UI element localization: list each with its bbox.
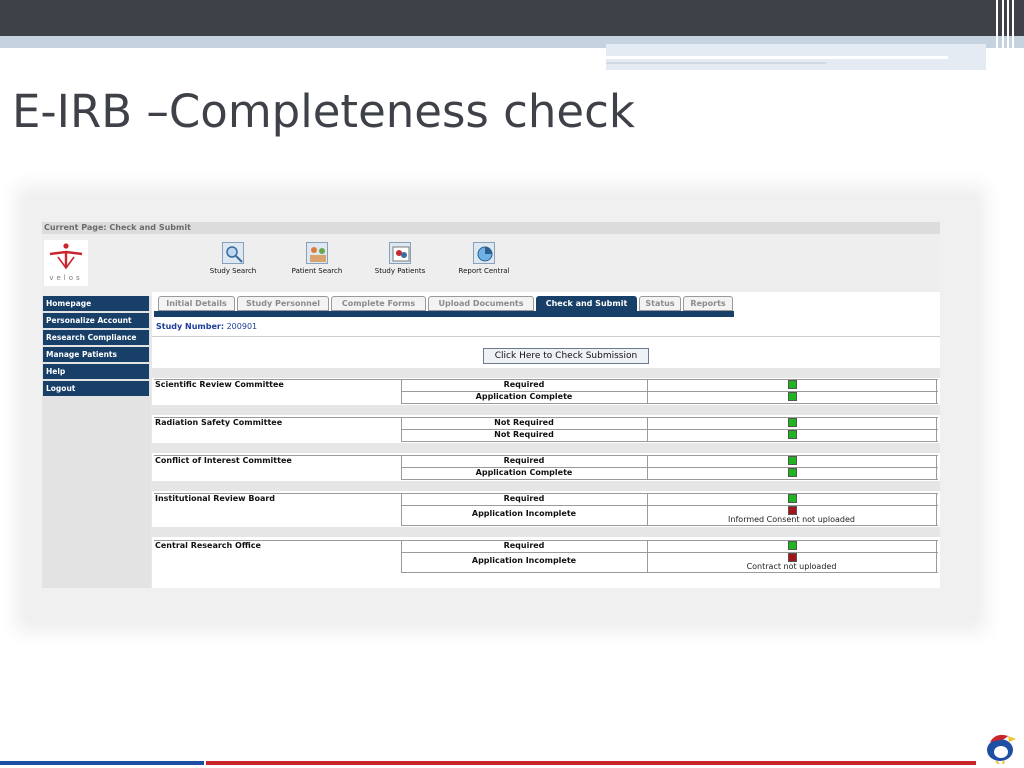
status-text: Required [503, 380, 545, 389]
column-divider [647, 417, 648, 441]
report-central-label: Report Central [458, 267, 510, 275]
committee-name: Scientific Review Committee [155, 380, 284, 389]
logo-text: velos [49, 274, 83, 282]
column-divider [936, 493, 937, 525]
slide-top-band-line-2 [606, 62, 826, 64]
column-divider [647, 379, 648, 403]
column-divider [936, 417, 937, 441]
committee-row: Radiation Safety Committee Not Required No… [154, 417, 938, 442]
tab-underline [154, 311, 734, 317]
status-missing-indicator [788, 553, 797, 562]
sidebar-item-homepage[interactable]: Homepage [43, 296, 149, 311]
patient-search-label: Patient Search [291, 267, 343, 275]
sidebar: Homepage Personalize Account Research Co… [42, 296, 151, 588]
status-ok-indicator [788, 418, 797, 427]
tab-reports[interactable]: Reports [683, 296, 733, 311]
section-band [152, 527, 940, 537]
slide-top-band-line [606, 56, 948, 59]
status-ok-indicator [788, 494, 797, 503]
section-band [152, 368, 940, 378]
footer-red-line [206, 761, 976, 765]
study-search-button[interactable]: Study Search [198, 242, 268, 275]
sidebar-item-manage-patients[interactable]: Manage Patients [43, 347, 149, 362]
column-divider [647, 455, 648, 479]
footer-blue-line [0, 761, 204, 765]
column-divider [936, 455, 937, 479]
report-central-button[interactable]: Report Central [449, 242, 519, 275]
status-text: Application Incomplete [471, 556, 577, 565]
tab-initial-details[interactable]: Initial Details [158, 296, 235, 311]
divider [152, 336, 940, 337]
row-border-bottom [401, 441, 938, 442]
study-patients-button[interactable]: Study Patients [365, 242, 435, 275]
check-submission-button[interactable]: Click Here to Check Submission [483, 348, 649, 364]
study-number: Study Number: 200901 [156, 322, 257, 331]
column-divider [936, 540, 937, 572]
app-screenshot: Current Page: Check and Submit velos Stu… [42, 222, 940, 588]
slide-title: E-IRB –Completeness check [12, 85, 635, 138]
tab-check-and-submit[interactable]: Check and Submit [536, 296, 637, 311]
status-ok-indicator [788, 392, 797, 401]
status-text: Not Required [494, 430, 554, 439]
patient-search-icon [306, 242, 328, 264]
study-number-value: 200901 [226, 322, 258, 331]
sidebar-item-help[interactable]: Help [43, 364, 149, 379]
section-band [152, 405, 940, 415]
study-patients-label: Study Patients [374, 267, 426, 275]
tab-upload-documents[interactable]: Upload Documents [428, 296, 534, 311]
main-panel: Initial Details Study Personnel Complete… [152, 292, 940, 588]
section-band [152, 481, 940, 491]
status-text: Application Incomplete [471, 509, 577, 518]
status-text: Required [503, 494, 545, 503]
sidebar-item-logout[interactable]: Logout [43, 381, 149, 396]
committee-name: Central Research Office [155, 541, 261, 550]
study-number-label: Study Number: [156, 322, 225, 331]
slide-edge-lines [994, 0, 1016, 70]
status-ok-indicator [788, 468, 797, 477]
status-text: Not Required [494, 418, 554, 427]
tab-complete-forms[interactable]: Complete Forms [331, 296, 426, 311]
status-text: Required [503, 541, 545, 550]
status-ok-indicator [788, 541, 797, 550]
row-border-bottom [401, 572, 938, 573]
committee-name: Radiation Safety Committee [155, 418, 283, 427]
current-page-label: Current Page: Check and Submit [42, 222, 940, 234]
status-text: Required [503, 456, 545, 465]
patient-search-button[interactable]: Patient Search [282, 242, 352, 275]
velos-logo-icon [49, 243, 83, 270]
missing-item-note: Contract not uploaded [746, 562, 837, 571]
status-ok-indicator [788, 380, 797, 389]
committee-row: Conflict of Interest Committee Required Ap… [154, 455, 938, 480]
study-search-label: Study Search [209, 267, 257, 275]
row-border-bottom [401, 403, 938, 404]
status-text: Application Complete [475, 468, 573, 477]
tab-study-personnel[interactable]: Study Personnel [237, 296, 329, 311]
row-border-mid [401, 552, 938, 553]
row-border-mid [401, 505, 938, 506]
status-missing-indicator [788, 506, 797, 515]
missing-item-note: Informed Consent not uploaded [728, 515, 855, 524]
app-header: velos Study Search Patient Search Study … [42, 234, 940, 296]
row-border-bottom [401, 525, 938, 526]
committee-name: Institutional Review Board [155, 494, 276, 503]
status-ok-indicator [788, 456, 797, 465]
row-border-bottom [401, 479, 938, 480]
slide-top-bar [0, 0, 1024, 36]
section-band [152, 443, 940, 453]
report-icon [473, 242, 495, 264]
sidebar-item-research-compliance[interactable]: Research Compliance [43, 330, 149, 345]
magnifier-icon [222, 242, 244, 264]
status-text: Application Complete [475, 392, 573, 401]
committee-row: Institutional Review Board Required Applic… [154, 493, 938, 526]
status-ok-indicator [788, 430, 797, 439]
jayhawk-logo-icon [987, 734, 1016, 764]
tab-status[interactable]: Status [639, 296, 681, 311]
velos-logo[interactable]: velos [44, 240, 88, 286]
sidebar-item-personalize-account[interactable]: Personalize Account [43, 313, 149, 328]
committee-name: Conflict of Interest Committee [155, 456, 292, 465]
study-patients-icon [389, 242, 411, 264]
column-divider [936, 379, 937, 403]
committee-row: Central Research Office Required Applicati… [154, 540, 938, 573]
committee-row: Scientific Review Committee Required Appli… [154, 379, 938, 404]
